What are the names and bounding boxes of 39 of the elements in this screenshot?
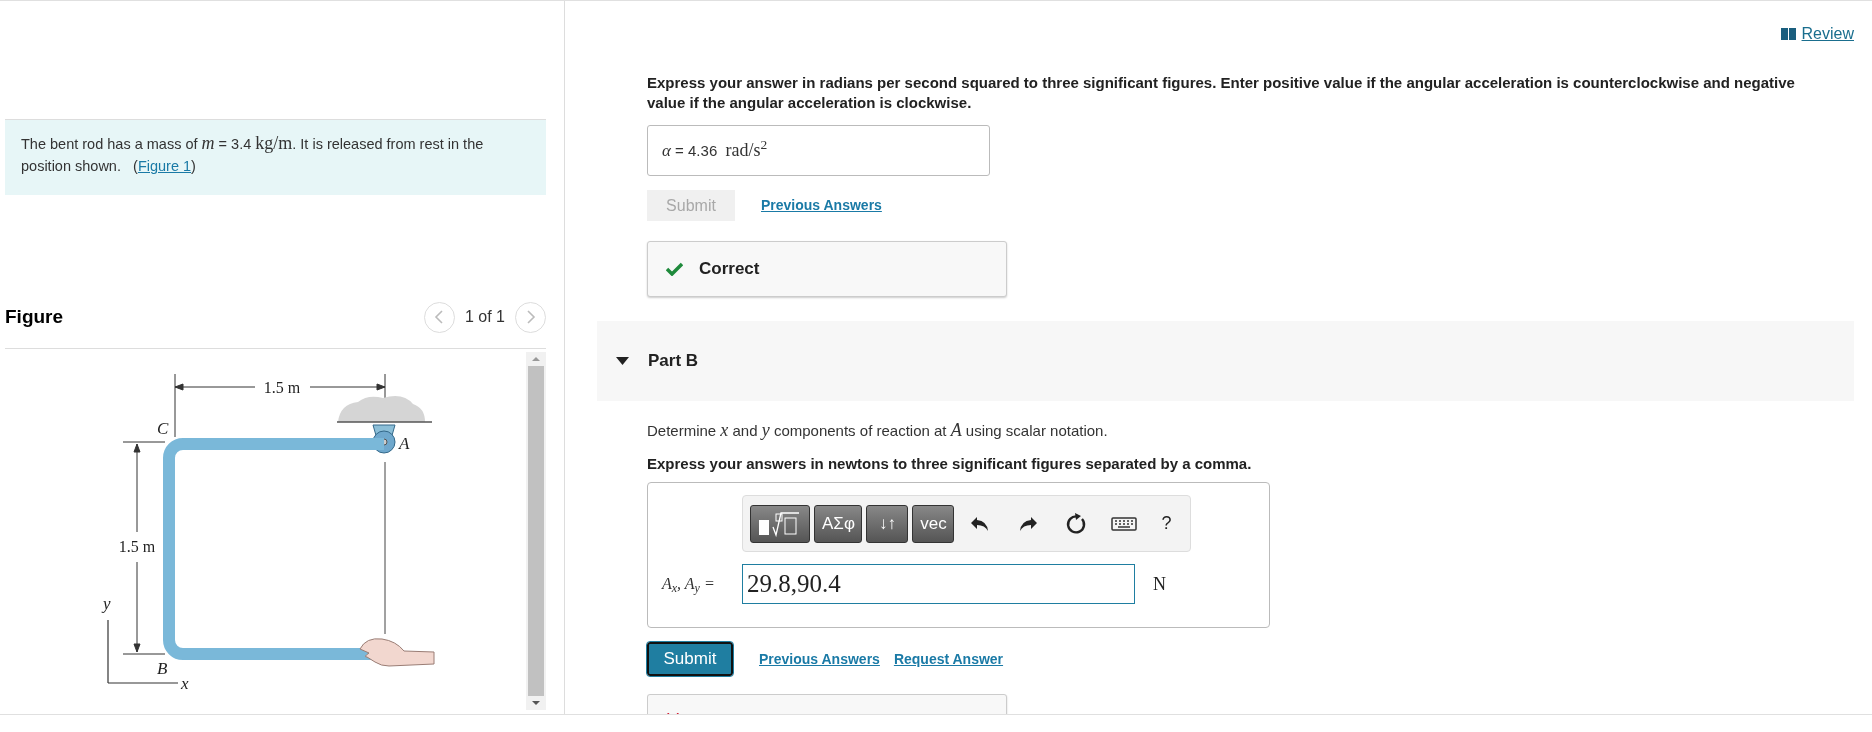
reset-icon: [1065, 512, 1088, 535]
answer-link[interactable]: Previous Answers: [759, 648, 880, 670]
answer-label: A$_{x}$, A$_{y}$ =: [662, 574, 716, 596]
answer-link[interactable]: Request Answer: [893, 648, 1004, 670]
figure-link[interactable]: Figure 1: [137, 158, 192, 174]
figure-heading: Figure: [5, 304, 64, 329]
dimension-label: 1.5 m: [118, 538, 156, 555]
axis-label: x: [181, 674, 189, 693]
toolbar-button[interactable]: ↓↑: [866, 504, 909, 543]
point-label: B: [157, 659, 168, 678]
scrollbar[interactable]: [526, 352, 546, 710]
point-label: C: [157, 419, 169, 438]
feedback-text: Correct: [699, 258, 760, 281]
templates-button[interactable]: [750, 504, 811, 543]
axis-drawing: [107, 619, 179, 684]
submit-button[interactable]: Submit: [647, 642, 733, 676]
redo-icon: [1018, 514, 1039, 533]
part-header[interactable]: Part B: [597, 321, 1854, 401]
toolbar-button[interactable]: ΑΣφ: [814, 504, 863, 543]
instruction-text: Express your answers in newtons to three significant figures separated by a comma.: [647, 454, 1253, 474]
dimension-label: 1.5 m: [263, 379, 301, 396]
book-icon: [1780, 28, 1796, 40]
instruction-text: Express your answer in radians per second squared to three significant figures. Enter positive value if the angular acceleration is counterclockwise and negative value if the angular acceleration is clockwise.: [647, 73, 1796, 113]
toolbar-button[interactable]: vec: [912, 504, 955, 543]
unit-label: N: [1153, 572, 1166, 596]
checkmark-icon: [666, 262, 683, 276]
answer-link[interactable]: Previous Answers: [761, 195, 882, 216]
question-text: Determine x and y components of reaction at A using scalar notation.: [647, 419, 1109, 442]
point-label: A: [399, 434, 410, 453]
chevron-left-icon: [434, 310, 445, 324]
axis-label: y: [103, 594, 111, 613]
keyboard-icon: [1110, 516, 1137, 531]
problem-text: The bent rod has a mass of m = 3.4 kg/m. It is released from rest in the position shown. (Figure 1): [21, 132, 485, 176]
help-button[interactable]: ?: [1149, 504, 1183, 543]
chevron-right-icon: [525, 310, 536, 324]
page-counter: 1 of 1: [464, 307, 505, 327]
answer-field[interactable]: 29.8,90.4: [742, 564, 1135, 604]
review-link[interactable]: Review: [1780, 25, 1854, 43]
answer-text: α = 4.36 rad/s$^{2}$: [662, 137, 768, 162]
